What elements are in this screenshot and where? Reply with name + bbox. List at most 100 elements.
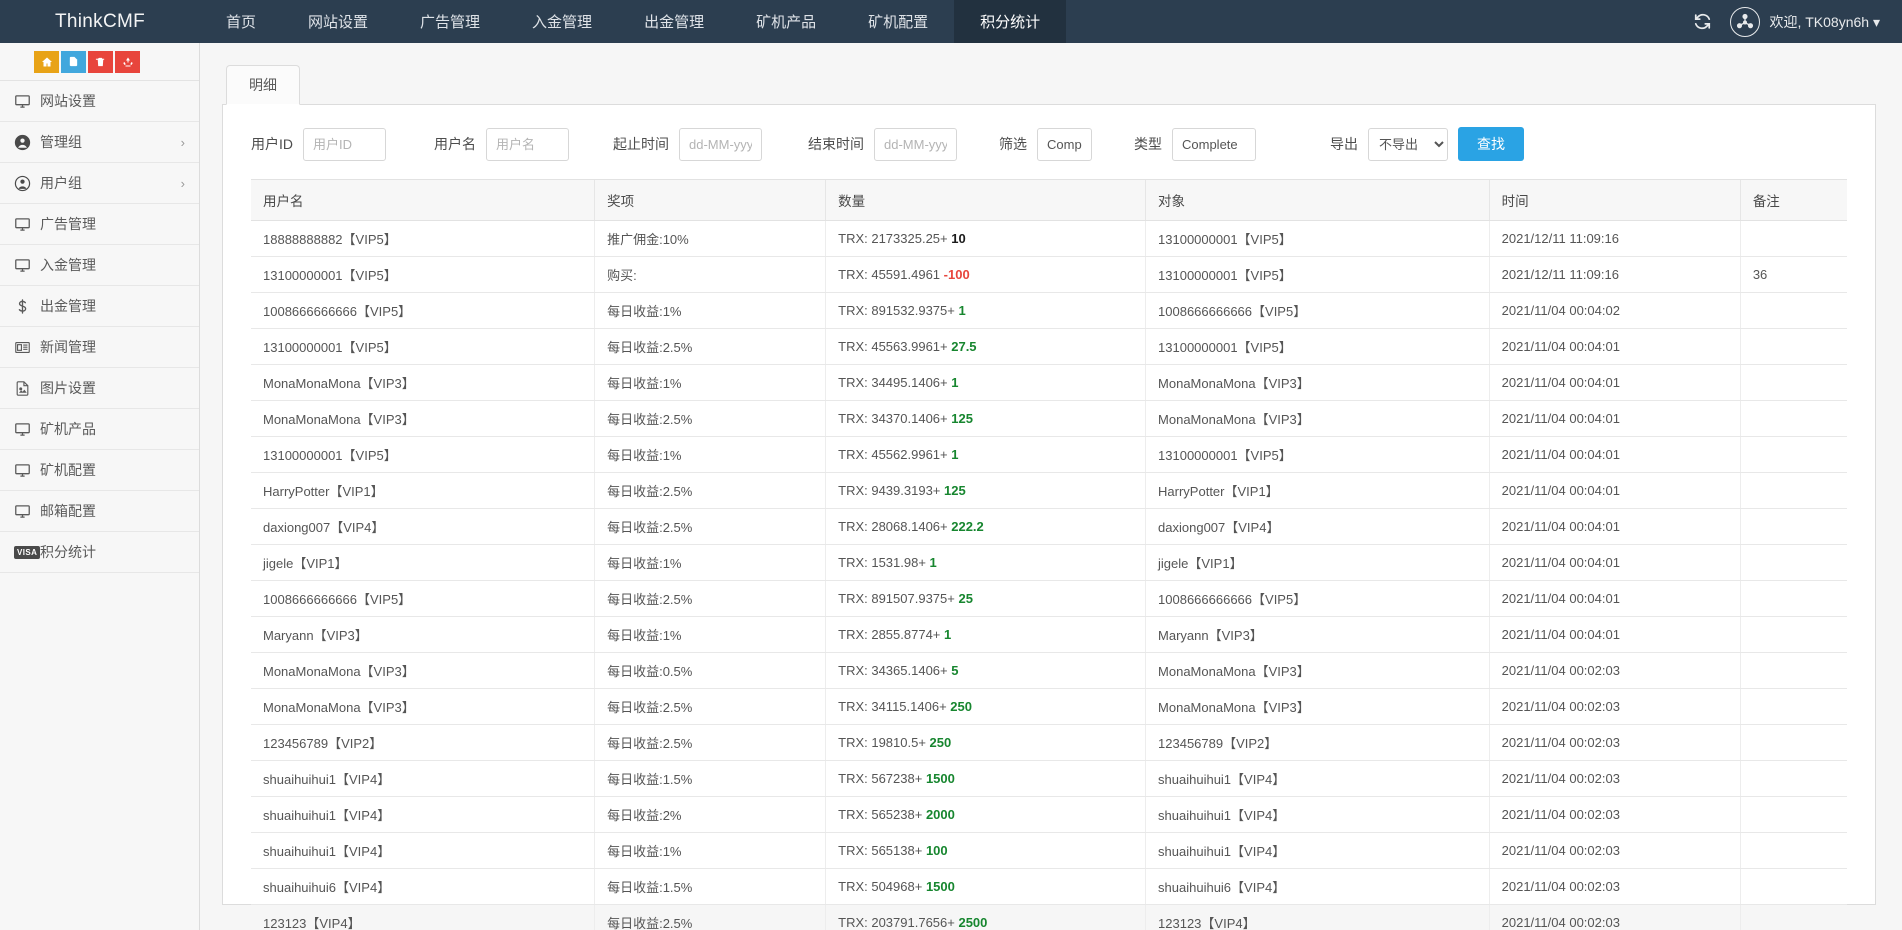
- nav-item-0[interactable]: 首页: [200, 0, 282, 43]
- cell-time: 2021/11/04 00:02:03: [1489, 689, 1740, 725]
- amount-base: TRX: 45591.4961: [838, 267, 944, 282]
- sidebar-item-label: 新闻管理: [40, 337, 96, 357]
- home-icon[interactable]: [34, 51, 59, 73]
- cell-username: 123123【VIP4】: [251, 905, 595, 930]
- amount-base: TRX: 2855.8774+: [838, 627, 944, 642]
- amount-base: TRX: 9439.3193+: [838, 483, 944, 498]
- cell-prize: 每日收益:2.5%: [595, 725, 826, 761]
- user-avatar-icon: [1730, 7, 1760, 37]
- cell-note: [1740, 869, 1847, 905]
- cell-target: 1008666666666【VIP5】: [1146, 293, 1490, 329]
- monitor-icon: [14, 462, 40, 479]
- sidebar-item-9[interactable]: 矿机配置: [0, 450, 199, 491]
- table-row: 18888888882【VIP5】推广佣金:10%TRX: 2173325.25…: [251, 221, 1847, 257]
- visa-icon: VISA: [14, 546, 40, 559]
- cell-time: 2021/11/04 00:04:01: [1489, 401, 1740, 437]
- amount-delta: 222.2: [951, 519, 984, 534]
- table-header: 用户名奖项数量对象时间备注: [251, 180, 1847, 221]
- nav-item-2[interactable]: 广告管理: [394, 0, 506, 43]
- cell-target: MonaMonaMona【VIP3】: [1146, 401, 1490, 437]
- nav-item-5[interactable]: 矿机产品: [730, 0, 842, 43]
- cell-target: MonaMonaMona【VIP3】: [1146, 689, 1490, 725]
- brand-logo[interactable]: ThinkCMF: [0, 0, 200, 43]
- refresh-icon[interactable]: [1693, 12, 1712, 31]
- recycle-icon[interactable]: [115, 51, 140, 73]
- amount-base: TRX: 504968+: [838, 879, 926, 894]
- cell-note: [1740, 761, 1847, 797]
- file-icon[interactable]: [61, 51, 86, 73]
- nav-item-1[interactable]: 网站设置: [282, 0, 394, 43]
- sidebar-item-6[interactable]: 新闻管理: [0, 327, 199, 368]
- cell-time: 2021/11/04 00:04:01: [1489, 473, 1740, 509]
- sidebar-item-4[interactable]: 入金管理: [0, 245, 199, 286]
- table-row: 1008666666666【VIP5】每日收益:2.5%TRX: 891507.…: [251, 581, 1847, 617]
- tab-detail[interactable]: 明细: [226, 65, 300, 105]
- nav-item-6[interactable]: 矿机配置: [842, 0, 954, 43]
- cell-amount: TRX: 2173325.25+ 10: [826, 221, 1146, 257]
- sidebar-item-10[interactable]: 邮箱配置: [0, 491, 199, 532]
- amount-base: TRX: 34370.1406+: [838, 411, 951, 426]
- cell-target: HarryPotter【VIP1】: [1146, 473, 1490, 509]
- column-header-0: 用户名: [251, 180, 595, 221]
- cell-amount: TRX: 34365.1406+ 5: [826, 653, 1146, 689]
- cell-prize: 每日收益:2.5%: [595, 581, 826, 617]
- sidebar-item-11[interactable]: VISA积分统计: [0, 532, 199, 573]
- amount-base: TRX: 2173325.25+: [838, 231, 951, 246]
- cell-note: [1740, 905, 1847, 930]
- column-header-4: 时间: [1489, 180, 1740, 221]
- cell-time: 2021/11/04 00:02:03: [1489, 725, 1740, 761]
- trash-icon[interactable]: [88, 51, 113, 73]
- screen-input[interactable]: [1037, 128, 1092, 161]
- content-panel: 用户ID 用户名 起止时间 结束时间 筛选 类型 导出 不导出 查找: [222, 105, 1876, 905]
- export-select[interactable]: 不导出: [1368, 128, 1448, 161]
- cell-time: 2021/11/04 00:04:01: [1489, 509, 1740, 545]
- cell-username: 1008666666666【VIP5】: [251, 293, 595, 329]
- cell-time: 2021/11/04 00:02:03: [1489, 653, 1740, 689]
- sidebar-item-8[interactable]: 矿机产品: [0, 409, 199, 450]
- nav-item-7[interactable]: 积分统计: [954, 0, 1066, 43]
- end-time-input[interactable]: [874, 128, 957, 161]
- amount-base: TRX: 891532.9375+: [838, 303, 958, 318]
- points-detail-table: 用户名奖项数量对象时间备注 18888888882【VIP5】推广佣金:10%T…: [251, 179, 1847, 930]
- cell-prize: 每日收益:1.5%: [595, 869, 826, 905]
- amount-delta: 1: [944, 627, 951, 642]
- start-time-input[interactable]: [679, 128, 762, 161]
- user-menu[interactable]: 欢迎, TK08yn6h ▾: [1730, 7, 1880, 37]
- sidebar: 网站设置管理组›用户组›广告管理入金管理出金管理新闻管理图片设置矿机产品矿机配置…: [0, 43, 200, 930]
- cell-target: daxiong007【VIP4】: [1146, 509, 1490, 545]
- user-name-input[interactable]: [486, 128, 569, 161]
- cell-username: 13100000001【VIP5】: [251, 329, 595, 365]
- amount-base: TRX: 203791.7656+: [838, 915, 958, 930]
- type-input[interactable]: [1172, 128, 1256, 161]
- cell-amount: TRX: 565238+ 2000: [826, 797, 1146, 833]
- user-id-input[interactable]: [303, 128, 386, 161]
- sidebar-item-1[interactable]: 管理组›: [0, 122, 199, 163]
- sidebar-item-5[interactable]: 出金管理: [0, 286, 199, 327]
- nav-item-4[interactable]: 出金管理: [618, 0, 730, 43]
- cell-prize: 每日收益:2.5%: [595, 689, 826, 725]
- sidebar-quick-actions: [0, 43, 199, 81]
- sidebar-item-0[interactable]: 网站设置: [0, 81, 199, 122]
- sidebar-item-2[interactable]: 用户组›: [0, 163, 199, 204]
- nav-item-3[interactable]: 入金管理: [506, 0, 618, 43]
- cell-username: shuaihuihui1【VIP4】: [251, 761, 595, 797]
- type-label: 类型: [1134, 134, 1162, 154]
- amount-delta: 1: [930, 555, 937, 570]
- search-button[interactable]: 查找: [1458, 127, 1524, 161]
- amount-delta: 1: [951, 375, 958, 390]
- cell-target: jigele【VIP1】: [1146, 545, 1490, 581]
- cell-username: MonaMonaMona【VIP3】: [251, 365, 595, 401]
- cell-time: 2021/11/04 00:04:01: [1489, 365, 1740, 401]
- table-row: MonaMonaMona【VIP3】每日收益:0.5%TRX: 34365.14…: [251, 653, 1847, 689]
- user-name-label: 用户名: [434, 134, 476, 154]
- cell-username: shuaihuihui1【VIP4】: [251, 833, 595, 869]
- cell-username: 123456789【VIP2】: [251, 725, 595, 761]
- cell-username: 18888888882【VIP5】: [251, 221, 595, 257]
- amount-base: TRX: 34495.1406+: [838, 375, 951, 390]
- cell-username: daxiong007【VIP4】: [251, 509, 595, 545]
- sidebar-item-3[interactable]: 广告管理: [0, 204, 199, 245]
- cell-target: MonaMonaMona【VIP3】: [1146, 365, 1490, 401]
- cell-prize: 购买:: [595, 257, 826, 293]
- end-time-label: 结束时间: [808, 134, 864, 154]
- sidebar-item-7[interactable]: 图片设置: [0, 368, 199, 409]
